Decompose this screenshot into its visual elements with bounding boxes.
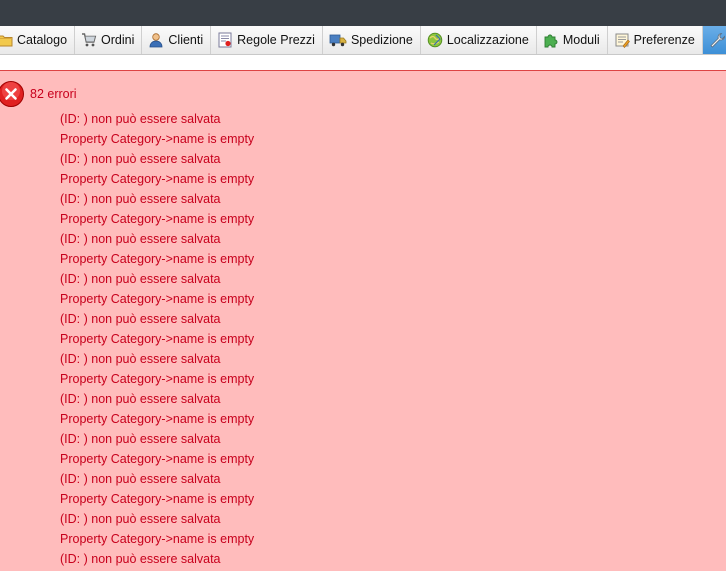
tab-label: Localizzazione (446, 33, 529, 47)
error-message: Property Category->name is empty (60, 452, 255, 466)
user-icon (148, 32, 164, 48)
tab-catalogo[interactable]: Catalogo (0, 26, 76, 54)
tab-label: Spedizione (350, 33, 413, 47)
error-message: (ID: ) non può essere salvata (60, 152, 221, 166)
tab-label: Moduli (562, 33, 600, 47)
tab-tools[interactable] (702, 26, 726, 54)
tab-label: Catalogo (17, 33, 68, 47)
error-message: Property Category->name is empty (60, 252, 255, 266)
error-message: (ID: ) non può essere salvata (60, 432, 221, 446)
error-message: Property Category->name is empty (60, 492, 255, 506)
error-message: (ID: ) non può essere salvata (60, 232, 221, 246)
error-message: (ID: ) non può essere salvata (60, 312, 221, 326)
truck-icon (329, 33, 347, 47)
error-message: (ID: ) non può essere salvata (60, 392, 221, 406)
error-message: (ID: ) non può essere salvata (60, 512, 221, 526)
error-message: (ID: ) non può essere salvata (60, 272, 221, 286)
error-message: (ID: ) non può essere salvata (60, 192, 221, 206)
main-menu-tabs: Catalogo Ordini Clienti Regole Prezzi Sp… (0, 26, 726, 55)
wrench-icon (709, 32, 725, 48)
tab-moduli[interactable]: Moduli (537, 26, 608, 54)
error-message: Property Category->name is empty (60, 372, 255, 386)
preferences-icon (614, 32, 630, 48)
error-message: (ID: ) non può essere salvata (60, 552, 221, 566)
error-panel: 82 errori (ID: ) non può essere salvata … (0, 70, 726, 566)
globe-icon (427, 32, 443, 48)
tab-label: Regole Prezzi (237, 33, 315, 47)
price-rules-icon (217, 32, 233, 48)
puzzle-icon (543, 32, 559, 48)
error-message: (ID: ) non può essere salvata (60, 352, 221, 366)
tab-spedizione[interactable]: Spedizione (323, 26, 421, 54)
error-message: Property Category->name is empty (60, 532, 255, 546)
tab-label: Ordini (101, 33, 135, 47)
error-message: Property Category->name is empty (60, 332, 255, 346)
tab-ordini[interactable]: Ordini (75, 26, 143, 54)
error-message: (ID: ) non può essere salvata (60, 112, 221, 126)
tab-localizzazione[interactable]: Localizzazione (421, 26, 537, 54)
spacer-strip (0, 55, 726, 70)
error-message: Property Category->name is empty (60, 292, 255, 306)
top-bar (0, 0, 726, 26)
tab-regole-prezzi[interactable]: Regole Prezzi (211, 26, 323, 54)
folder-icon (0, 33, 13, 47)
error-message: Property Category->name is empty (60, 212, 255, 226)
tab-clienti[interactable]: Clienti (142, 26, 212, 54)
error-message: Property Category->name is empty (60, 132, 255, 146)
error-list: (ID: ) non può essere salvata Property C… (60, 111, 254, 571)
error-message: Property Category->name is empty (60, 172, 255, 186)
error-message: (ID: ) non può essere salvata (60, 472, 221, 486)
error-count: 82 errori (30, 87, 77, 101)
cart-icon (81, 32, 97, 48)
error-icon (0, 80, 25, 113)
tab-preferenze[interactable]: Preferenze (608, 26, 703, 54)
tab-label: Clienti (168, 33, 204, 47)
error-message: Property Category->name is empty (60, 412, 255, 426)
tab-label: Preferenze (633, 33, 695, 47)
